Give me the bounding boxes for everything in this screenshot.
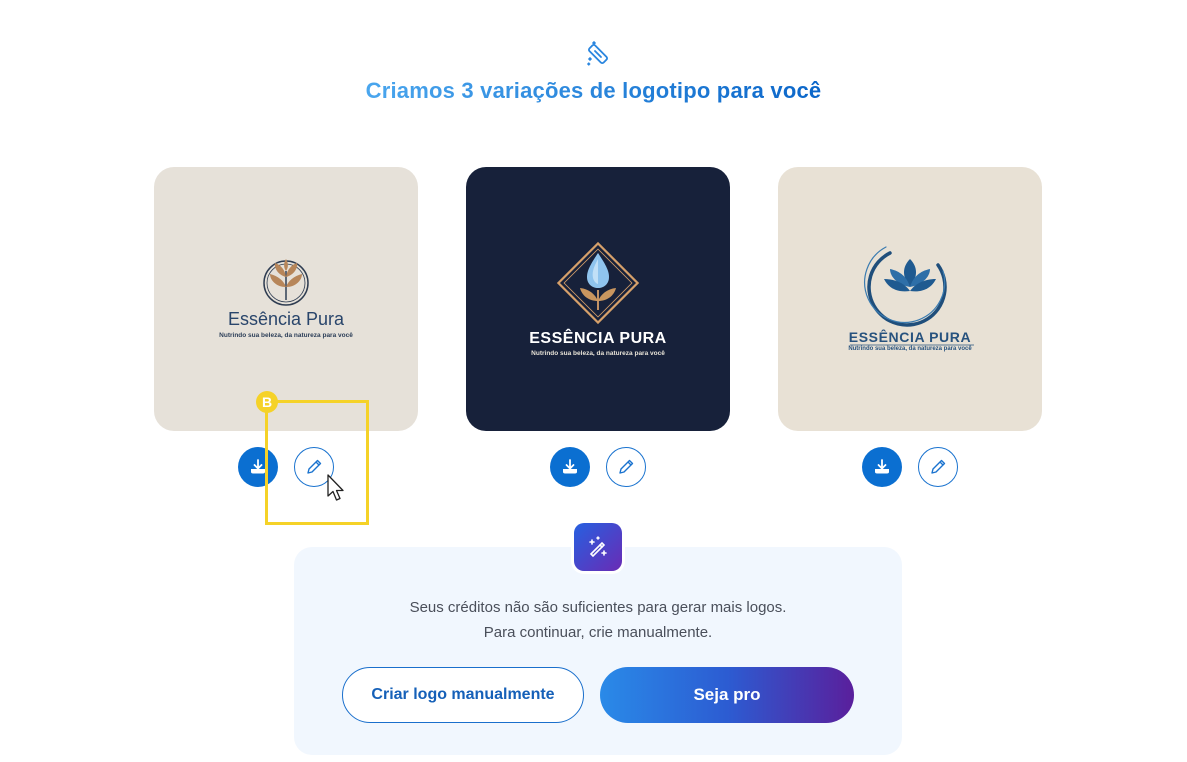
logo-variations-page: Criamos 3 variações de logotipo para voc…	[0, 0, 1187, 762]
download-icon	[875, 459, 889, 474]
credits-notice-line-1: Seus créditos não são suficientes para g…	[409, 599, 787, 616]
credits-panel	[294, 547, 902, 755]
mouse-cursor-icon	[327, 474, 344, 501]
pencil-icon	[619, 459, 634, 474]
logo-variation-2[interactable]: ESSÊNCIA PURA Nutrindo sua beleza, da na…	[466, 167, 730, 431]
magic-sparkle-badge	[574, 523, 622, 571]
annotation-highlight-box	[265, 400, 369, 525]
download-button-2[interactable]	[550, 447, 590, 487]
page-title: Criamos 3 variações de logotipo para voc…	[365, 78, 822, 103]
brand-name: Essência Pura	[227, 309, 345, 329]
diamond-drop-emblem-icon	[556, 241, 640, 325]
brand-tagline: Nutrindo sua beleza, da natureza para vo…	[848, 346, 972, 352]
download-icon	[563, 459, 577, 474]
download-button-3[interactable]	[862, 447, 902, 487]
go-pro-button[interactable]: Seja pro	[600, 667, 854, 723]
pencil-icon	[931, 459, 946, 474]
brand-tagline: Nutrindo sua beleza, da natureza para vo…	[531, 350, 665, 357]
brand-name: ESSÊNCIA PURA	[529, 330, 667, 347]
create-logo-manually-button[interactable]: Criar logo manualmente	[342, 667, 584, 723]
brand-name: ESSÊNCIA PURA	[848, 329, 972, 345]
magic-wand-icon	[587, 41, 608, 66]
edit-button-3[interactable]	[918, 447, 958, 487]
logo-variation-1[interactable]: Essência Pura Nutrindo sua beleza, da na…	[154, 167, 418, 431]
logo-variation-3[interactable]: ESSÊNCIA PURA Nutrindo sua beleza, da na…	[778, 167, 1042, 431]
edit-button-2[interactable]	[606, 447, 646, 487]
annotation-badge: B	[256, 391, 278, 413]
brand-tagline: Nutrindo sua beleza, da natureza para vo…	[219, 332, 353, 339]
leaf-circle-emblem-icon	[263, 259, 309, 306]
lotus-ring-emblem-icon	[850, 246, 974, 346]
credits-notice-line-2: Para continuar, crie manualmente.	[483, 624, 713, 641]
magic-sparkle-icon	[589, 536, 607, 558]
